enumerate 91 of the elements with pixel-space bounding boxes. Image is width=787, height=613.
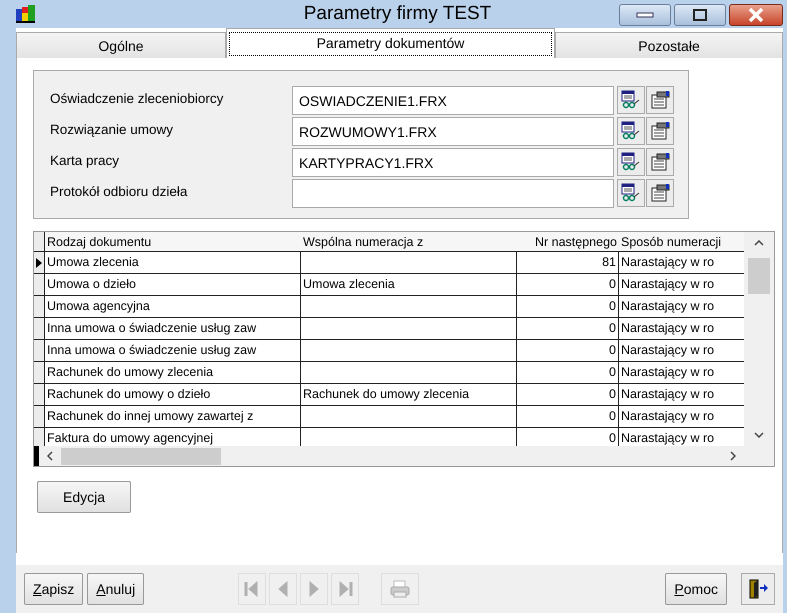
- cancel-button[interactable]: Anuluj: [87, 573, 144, 605]
- properties-button[interactable]: [646, 86, 674, 114]
- table-cell-text: Narastający w ro: [620, 276, 716, 293]
- glasses-icon: [620, 90, 642, 110]
- row-indicator[interactable]: [34, 384, 45, 405]
- properties-button[interactable]: [646, 179, 674, 207]
- table-cell: 81: [517, 252, 619, 273]
- table-cell: Umowa zlecenia: [301, 274, 517, 295]
- table-cell-text: Narastający w ro: [620, 430, 716, 446]
- close-button[interactable]: [729, 4, 783, 26]
- column-header[interactable]: Rodzaj dokumentu: [45, 232, 301, 251]
- row-indicator[interactable]: [34, 318, 45, 339]
- app-icon: [16, 5, 36, 23]
- table-cell: Rachunek do umowy o dzieło: [45, 384, 301, 405]
- table-cell: Umowa o dzieło: [45, 274, 301, 295]
- chevron-right-icon: [730, 451, 736, 461]
- properties-icon: [649, 121, 671, 141]
- edit-button[interactable]: Edycja: [37, 481, 131, 513]
- row-indicator[interactable]: [34, 296, 45, 317]
- table-cell-text: Narastający w ro: [620, 364, 716, 381]
- glasses-icon: [620, 183, 642, 203]
- column-header[interactable]: Nr następnego: [517, 232, 619, 251]
- maximize-button[interactable]: [674, 4, 726, 26]
- table-cell-text: Narastający w ro: [620, 342, 716, 359]
- chevron-left-icon: [47, 451, 53, 461]
- table-cell-text: Narastający w ro: [620, 386, 716, 403]
- table-cell: 0: [517, 318, 619, 339]
- preview-button[interactable]: [617, 148, 645, 176]
- table-cell: Inna umowa o świadczenie usług zaw: [45, 318, 301, 339]
- scroll-thumb[interactable]: [748, 258, 770, 294]
- properties-button[interactable]: [646, 148, 674, 176]
- minimize-button[interactable]: [619, 4, 671, 26]
- report-file-field[interactable]: OSWIADCZENIE1.FRX: [292, 86, 614, 115]
- table-cell: Rachunek do innej umowy zawartej z: [45, 406, 301, 427]
- field-label: Karta pracy: [50, 152, 120, 168]
- table-cell: Rachunek do umowy zlecenia: [45, 362, 301, 383]
- field-label: Oświadczenie zleceniobiorcy: [50, 90, 224, 106]
- table-cell-text: Narastający w ro: [620, 320, 716, 337]
- report-file-field[interactable]: ROZWUMOWY1.FRX: [292, 117, 614, 146]
- tab[interactable]: Pozostałe: [555, 32, 783, 58]
- row-indicator[interactable]: [34, 362, 45, 383]
- table-cell: Umowa zlecenia: [45, 252, 301, 273]
- tab[interactable]: Parametry dokumentów: [226, 28, 555, 58]
- preview-button[interactable]: [617, 86, 645, 114]
- exit-door-icon: [747, 579, 769, 599]
- chevron-up-icon: [754, 240, 764, 246]
- preview-button[interactable]: [617, 117, 645, 145]
- printer-icon: [389, 580, 412, 598]
- row-indicator[interactable]: [34, 274, 45, 295]
- horizontal-scrollbar[interactable]: [34, 446, 774, 466]
- report-file-field[interactable]: [292, 179, 614, 208]
- chevron-down-icon: [754, 432, 764, 438]
- row-indicator[interactable]: [34, 252, 45, 273]
- table-cell: 0: [517, 384, 619, 405]
- row-indicator[interactable]: [34, 340, 45, 361]
- exit-button[interactable]: [741, 573, 775, 605]
- properties-button[interactable]: [646, 117, 674, 145]
- glasses-icon: [620, 121, 642, 141]
- current-row-pointer-icon: [36, 258, 42, 268]
- tab[interactable]: Ogólne: [16, 32, 226, 58]
- preview-button[interactable]: [617, 179, 645, 207]
- properties-icon: [649, 90, 671, 110]
- save-button[interactable]: Zapisz: [24, 573, 84, 605]
- vertical-scrollbar[interactable]: [744, 232, 774, 446]
- table-cell: 0: [517, 362, 619, 383]
- table-cell-text: Narastający w ro: [620, 254, 716, 271]
- table-cell: Rachunek do umowy zlecenia: [301, 384, 517, 405]
- close-icon: [747, 8, 765, 22]
- glasses-icon: [620, 152, 642, 172]
- minimize-icon: [636, 11, 654, 19]
- column-header[interactable]: Sposób numeracji: [619, 232, 735, 251]
- table-cell: 0: [517, 296, 619, 317]
- table-cell-text: Narastający w ro: [620, 408, 716, 425]
- table-cell: 0: [517, 340, 619, 361]
- table-cell: 0: [517, 274, 619, 295]
- maximize-icon: [692, 8, 708, 22]
- table-cell-text: Narastający w ro: [620, 298, 716, 315]
- table-cell: Inna umowa o świadczenie usług zaw: [45, 340, 301, 361]
- report-file-field[interactable]: KARTYPRACY1.FRX: [292, 148, 614, 177]
- help-button[interactable]: Pomoc: [665, 573, 727, 605]
- column-header[interactable]: Wspólna numeracja z: [301, 232, 517, 251]
- properties-icon: [649, 152, 671, 172]
- field-label: Protokół odbioru dzieła: [50, 183, 188, 199]
- scroll-thumb[interactable]: [61, 448, 221, 464]
- table-cell: Umowa agencyjna: [45, 296, 301, 317]
- table-cell: 0: [517, 406, 619, 427]
- field-label: Rozwiązanie umowy: [50, 121, 174, 137]
- row-indicator[interactable]: [34, 428, 45, 446]
- row-indicator[interactable]: [34, 406, 45, 427]
- window-title: Parametry firmy TEST: [304, 3, 492, 25]
- properties-icon: [649, 183, 671, 203]
